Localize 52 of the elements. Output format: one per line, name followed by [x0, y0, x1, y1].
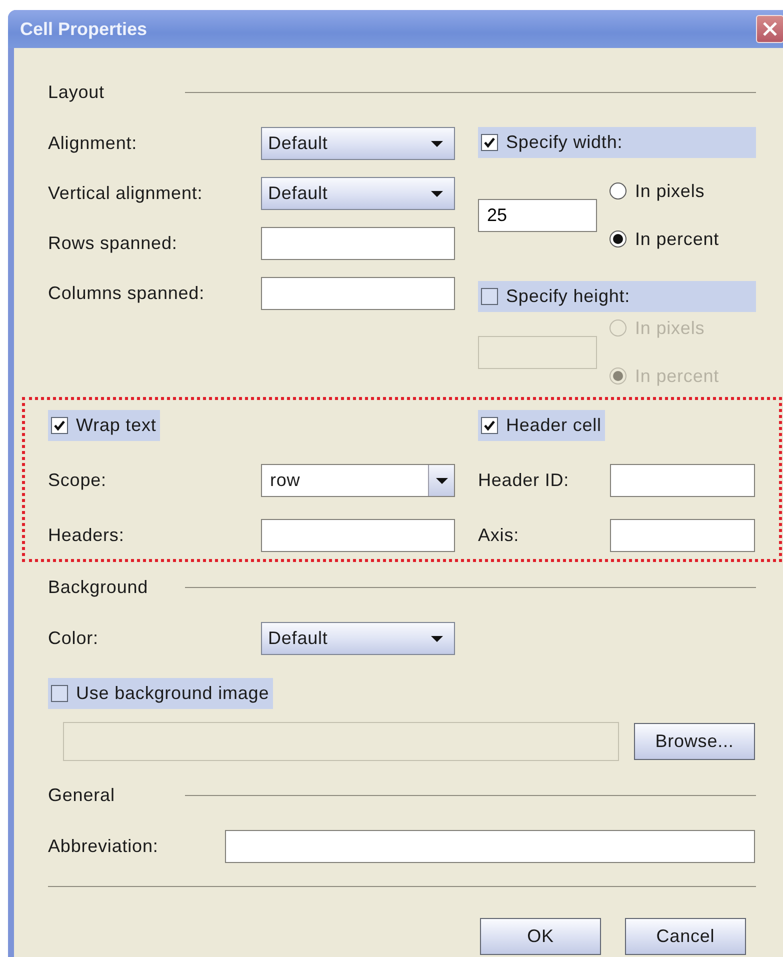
close-button[interactable]	[756, 15, 783, 43]
field-label: Headers:	[48, 524, 126, 547]
text-field[interactable]	[261, 227, 455, 260]
text-field[interactable]	[261, 519, 455, 552]
window-title: Cell Properties	[20, 18, 148, 41]
field-label: Columns spanned:	[48, 282, 206, 305]
dropdown[interactable]: Default	[261, 177, 455, 210]
field-label: Abbreviation:	[48, 835, 160, 858]
dropdown-button[interactable]	[428, 465, 454, 496]
radio-label: In percent	[635, 228, 720, 251]
checkbox-label: Specify width:	[506, 131, 623, 154]
dropdown[interactable]: Default	[261, 622, 455, 655]
radio-label: In pixels	[635, 180, 705, 203]
radio-button[interactable]	[609, 230, 627, 248]
section-heading: Background	[48, 576, 150, 599]
text-field[interactable]	[610, 464, 755, 497]
checkbox-row[interactable]: Use background image	[48, 678, 274, 709]
dialog-button[interactable]: Cancel	[625, 918, 746, 955]
checkbox[interactable]	[51, 417, 68, 434]
field-label: Alignment:	[48, 132, 138, 155]
checkbox-row[interactable]: Specify width:	[478, 127, 756, 158]
field-label: Color:	[48, 627, 100, 650]
field-label: Axis:	[478, 524, 520, 547]
section-heading: General	[48, 784, 116, 806]
caret-icon	[434, 476, 448, 486]
field-label: Header ID:	[478, 469, 570, 492]
browse-button[interactable]: Browse...	[634, 723, 755, 760]
checkbox-label: Specify height:	[506, 285, 630, 308]
combo-box[interactable]: row	[261, 464, 455, 497]
checkbox-row[interactable]: Header cell	[478, 410, 606, 441]
dropdown[interactable]: Default	[261, 127, 455, 160]
caret-icon	[430, 138, 444, 148]
checkbox-label: Header cell	[506, 414, 602, 437]
text-field[interactable]	[225, 830, 755, 863]
checkbox[interactable]	[51, 685, 68, 702]
close-icon	[761, 20, 779, 38]
radio-button[interactable]	[609, 182, 627, 200]
dialog-button[interactable]: OK	[480, 918, 601, 955]
field-label: Scope:	[48, 469, 108, 492]
section-heading: Layout	[48, 80, 106, 104]
text-field[interactable]	[610, 519, 755, 552]
checkbox[interactable]	[481, 417, 498, 434]
caret-icon	[430, 634, 444, 644]
caret-icon	[430, 188, 444, 198]
checkbox-row[interactable]: Wrap text	[48, 410, 160, 441]
field-label: Rows spanned:	[48, 232, 178, 255]
checkbox-label: Wrap text	[76, 414, 156, 437]
text-field[interactable]	[261, 277, 455, 310]
checkbox-label: Use background image	[76, 682, 270, 705]
checkbox[interactable]	[481, 134, 498, 151]
field-label: Vertical alignment:	[48, 182, 204, 205]
text-field[interactable]: 25	[478, 198, 597, 232]
